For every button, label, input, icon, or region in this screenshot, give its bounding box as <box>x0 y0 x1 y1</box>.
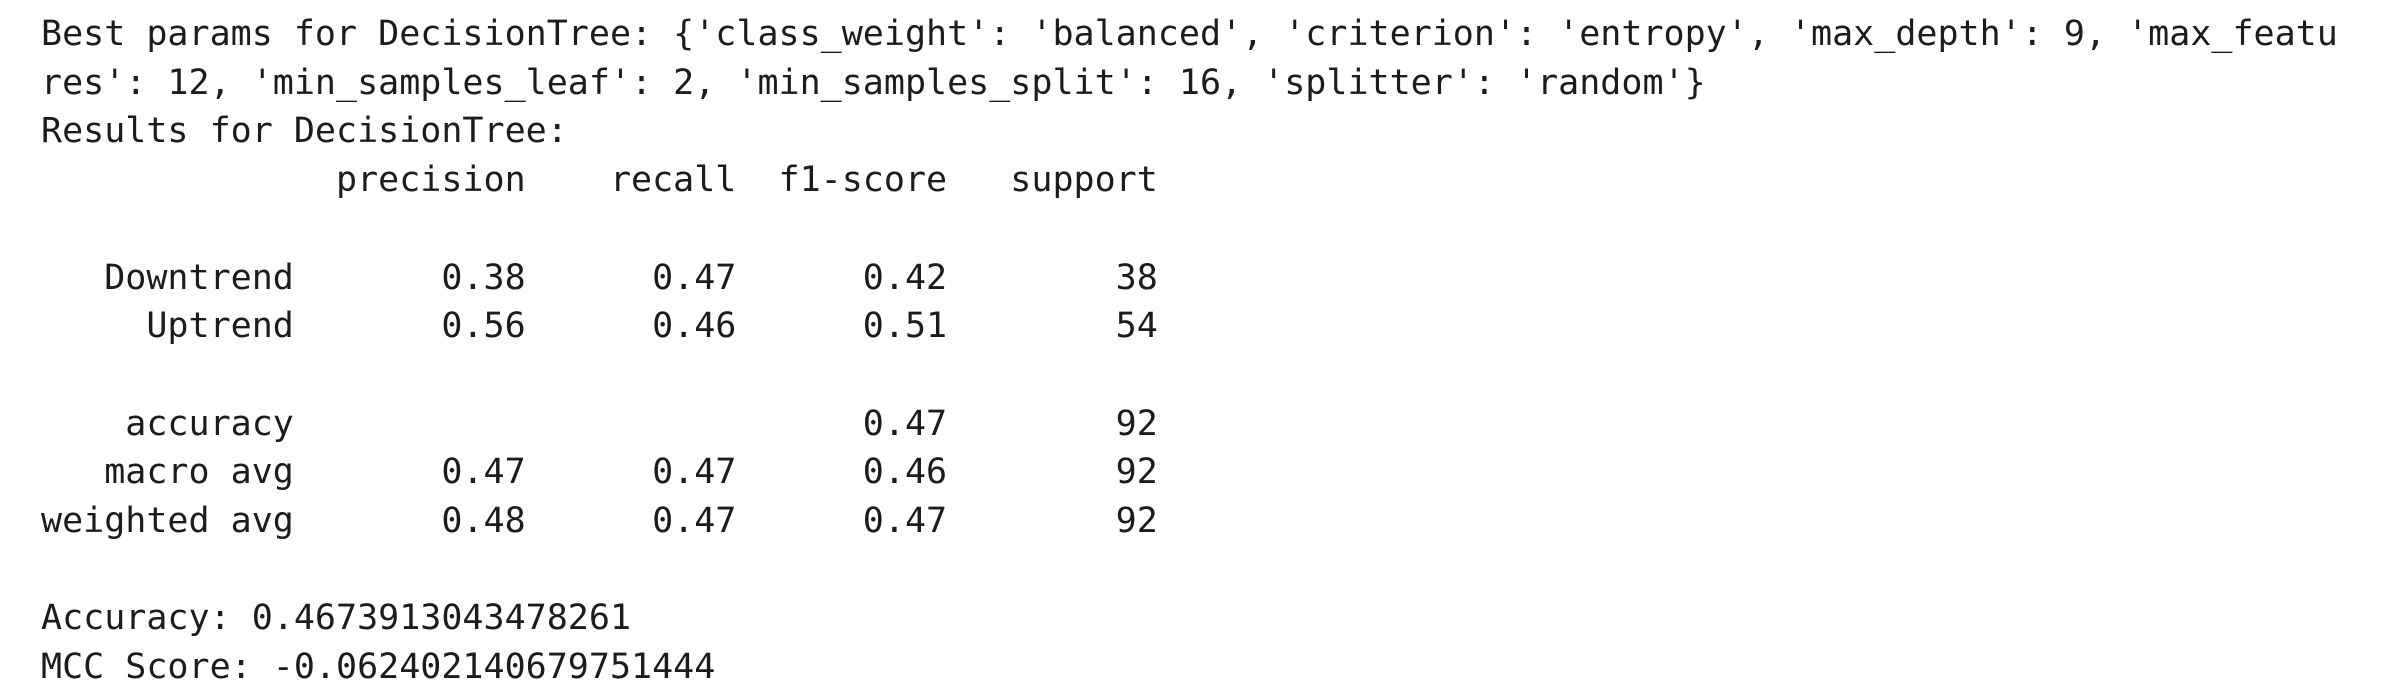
best-params-line-2: res': 12, 'min_samples_leaf': 2, 'min_sa… <box>41 62 1706 103</box>
console-output: Best params for DecisionTree: {'class_we… <box>41 10 2338 692</box>
report-header-row: precision recall f1-score support <box>41 160 1158 201</box>
report-row-uptrend: Uptrend 0.56 0.46 0.51 54 <box>41 306 1158 347</box>
best-params-line-1: Best params for DecisionTree: {'class_we… <box>41 14 2338 54</box>
report-row-weighted-avg: weighted avg 0.48 0.47 0.47 92 <box>41 501 1158 542</box>
report-row-macro-avg: macro avg 0.47 0.47 0.46 92 <box>41 452 1158 493</box>
mcc-score-line: MCC Score: -0.062402140679751444 <box>41 647 716 688</box>
report-row-accuracy: accuracy 0.47 92 <box>41 403 1158 444</box>
results-heading: Results for DecisionTree: <box>41 111 568 152</box>
accuracy-line: Accuracy: 0.4673913043478261 <box>41 598 632 639</box>
report-row-downtrend: Downtrend 0.38 0.47 0.42 38 <box>41 257 1158 298</box>
